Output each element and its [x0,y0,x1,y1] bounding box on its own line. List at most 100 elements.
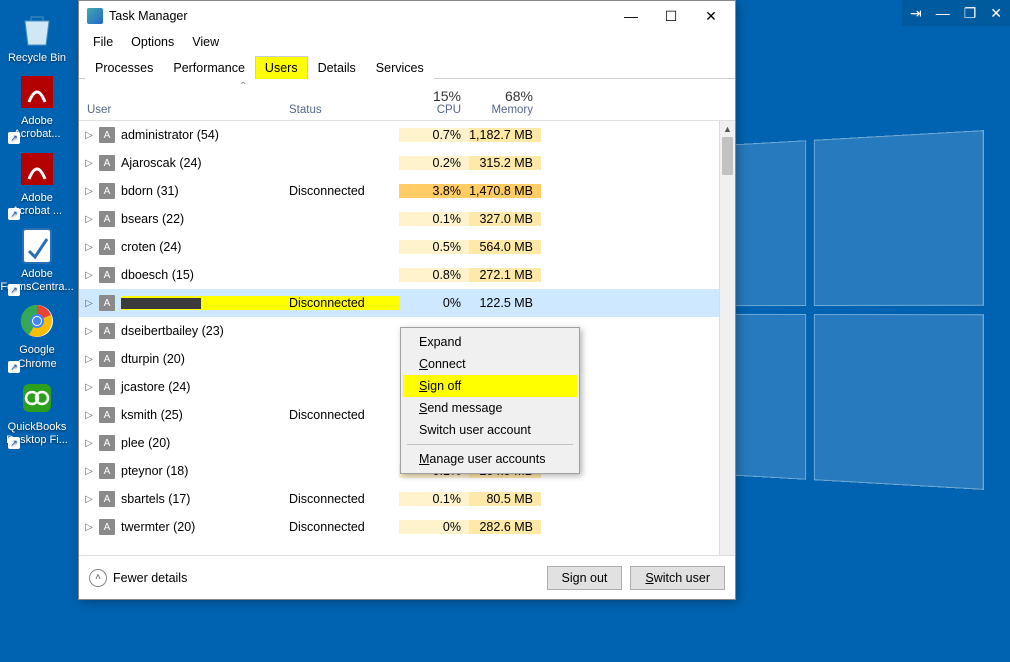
menu-item-connect[interactable]: Connect [403,353,577,375]
minimize-button[interactable]: — [611,3,651,29]
cell-memory: 327.0 MB [469,212,541,226]
cell-memory: 1,470.8 MB [469,184,541,198]
cell-username: sbartels (17) [121,492,289,506]
cell-username: bdorn (31) [121,184,289,198]
cell-username: dseibertbailey (23) [121,324,289,338]
switch-user-button[interactable]: Switch user [630,566,725,590]
menu-view[interactable]: View [184,33,227,51]
expand-icon[interactable]: ▷ [79,438,99,449]
tab-performance[interactable]: Performance [163,56,255,79]
table-row[interactable]: ▷ A bsears (22) 0.1%327.0 MB [79,205,719,233]
table-row[interactable]: ▷ A plee (20) [79,429,719,457]
user-icon: A [99,519,115,535]
menu-item-switch-user-account[interactable]: Switch user account [403,419,577,441]
menu-item-manage-user-accounts[interactable]: Manage user accounts [403,448,577,470]
fewer-details-toggle[interactable]: ˄ Fewer details [89,569,187,587]
recycle-bin-icon[interactable]: Recycle Bin [6,8,68,65]
adobe-formscentral-icon[interactable]: Adobe FormsCentra... [6,224,68,294]
expand-icon[interactable]: ▷ [79,382,99,393]
menu-item-expand[interactable]: Expand [403,331,577,353]
expand-icon[interactable]: ▷ [79,354,99,365]
footer: ˄ Fewer details Sign out Switch user [79,555,735,599]
expand-icon[interactable]: ▷ [79,410,99,421]
expand-icon[interactable]: ▷ [79,130,99,141]
tab-details[interactable]: Details [308,56,366,79]
tab-processes[interactable]: Processes [85,56,163,79]
cell-status: Disconnected [289,520,399,534]
menu-item-send-message[interactable]: Send message [403,397,577,419]
remote-control-bar: ⇥ — ❐ ✕ [902,0,1010,26]
expand-icon[interactable]: ▷ [79,494,99,505]
header-user[interactable]: User [79,102,289,116]
cell-username: bsears (22) [121,212,289,226]
cell-status: Disconnected [289,408,399,422]
expand-icon[interactable]: ▷ [79,298,99,309]
cell-memory: 122.5 MB [469,296,541,310]
maximize-button[interactable]: ☐ [651,3,691,29]
table-row[interactable]: ▷ A Disconnected 0%122.5 MB [79,289,719,317]
table-row[interactable]: ▷ A dturpin (20) [79,345,719,373]
pin-icon[interactable]: ⇥ [910,5,922,22]
google-chrome-icon[interactable]: Google Chrome [6,300,68,370]
cell-username: pteynor (18) [121,464,289,478]
maximize-icon[interactable]: ❐ [964,5,977,22]
tab-services[interactable]: Services [366,56,434,79]
expand-icon[interactable]: ▷ [79,158,99,169]
table-row[interactable]: ▷ A administrator (54) 0.7%1,182.7 MB [79,121,719,149]
expand-icon[interactable]: ▷ [79,466,99,477]
tab-users[interactable]: Users [255,56,308,79]
table-row[interactable]: ▷ A dboesch (15) 0.8%272.1 MB [79,261,719,289]
table-row[interactable]: ▷ A sbartels (17) Disconnected 0.1%80.5 … [79,485,719,513]
menu-file[interactable]: File [85,33,121,51]
scroll-thumb[interactable] [722,137,733,175]
context-menu: ExpandConnectSign offSend messageSwitch … [400,327,580,474]
table-row[interactable]: ▷ A Ajaroscak (24) 0.2%315.2 MB [79,149,719,177]
menu-item-sign-off[interactable]: Sign off [403,375,577,397]
sign-out-button[interactable]: Sign out [547,566,623,590]
expand-icon[interactable]: ▷ [79,326,99,337]
table-row[interactable]: ▷ A jcastore (24) [79,373,719,401]
table-row[interactable]: ▷ A ksmith (25) Disconnected [79,401,719,429]
header-cpu[interactable]: 15% CPU [399,88,469,116]
table-row[interactable]: ▷ A pteynor (18) 0.1%204.9 MB [79,457,719,485]
table-headers: User Status 15% CPU 68% Memory [79,79,735,121]
table-row[interactable]: ▷ A bdorn (31) Disconnected 3.8%1,470.8 … [79,177,719,205]
scroll-up-icon[interactable]: ▲ [720,121,735,137]
expand-icon[interactable]: ▷ [79,242,99,253]
chevron-up-icon: ˄ [89,569,107,587]
cell-username: ksmith (25) [121,408,289,422]
user-icon: A [99,211,115,227]
table-row[interactable]: ▷ A twermter (20) Disconnected 0%282.6 M… [79,513,719,541]
header-memory[interactable]: 68% Memory [469,88,541,116]
minimize-icon[interactable]: — [936,5,950,21]
adobe-acrobat-icon[interactable]: Adobe Acrobat... [6,71,68,141]
cell-username: jcastore (24) [121,380,289,394]
expand-icon[interactable]: ▷ [79,214,99,225]
cell-username: croten (24) [121,240,289,254]
cell-username: administrator (54) [121,128,289,142]
adobe-acrobat-icon-2[interactable]: Adobe Acrobat ... [6,148,68,218]
user-icon: A [99,323,115,339]
close-button[interactable]: ✕ [691,3,731,29]
expand-icon[interactable]: ▷ [79,522,99,533]
titlebar[interactable]: Task Manager — ☐ ✕ [79,1,735,31]
close-icon[interactable]: ✕ [990,5,1002,22]
quickbooks-icon[interactable]: QuickBooks Desktop Fi... [6,377,68,447]
cell-cpu: 0.8% [399,268,469,282]
expand-icon[interactable]: ▷ [79,186,99,197]
cell-cpu: 3.8% [399,184,469,198]
user-icon: A [99,127,115,143]
desktop-icons: Recycle Bin Adobe Acrobat... Adobe Acrob… [6,8,68,447]
cell-cpu: 0% [399,296,469,310]
scrollbar[interactable]: ▲ [719,121,735,555]
cell-status: Disconnected [289,296,399,310]
menu-options[interactable]: Options [123,33,182,51]
user-icon: A [99,295,115,311]
table-row[interactable]: ▷ A dseibertbailey (23) [79,317,719,345]
cell-cpu: 0% [399,520,469,534]
table-row[interactable]: ▷ A croten (24) 0.5%564.0 MB [79,233,719,261]
header-status[interactable]: Status [289,102,399,116]
cell-memory: 80.5 MB [469,492,541,506]
user-icon: A [99,463,115,479]
expand-icon[interactable]: ▷ [79,270,99,281]
